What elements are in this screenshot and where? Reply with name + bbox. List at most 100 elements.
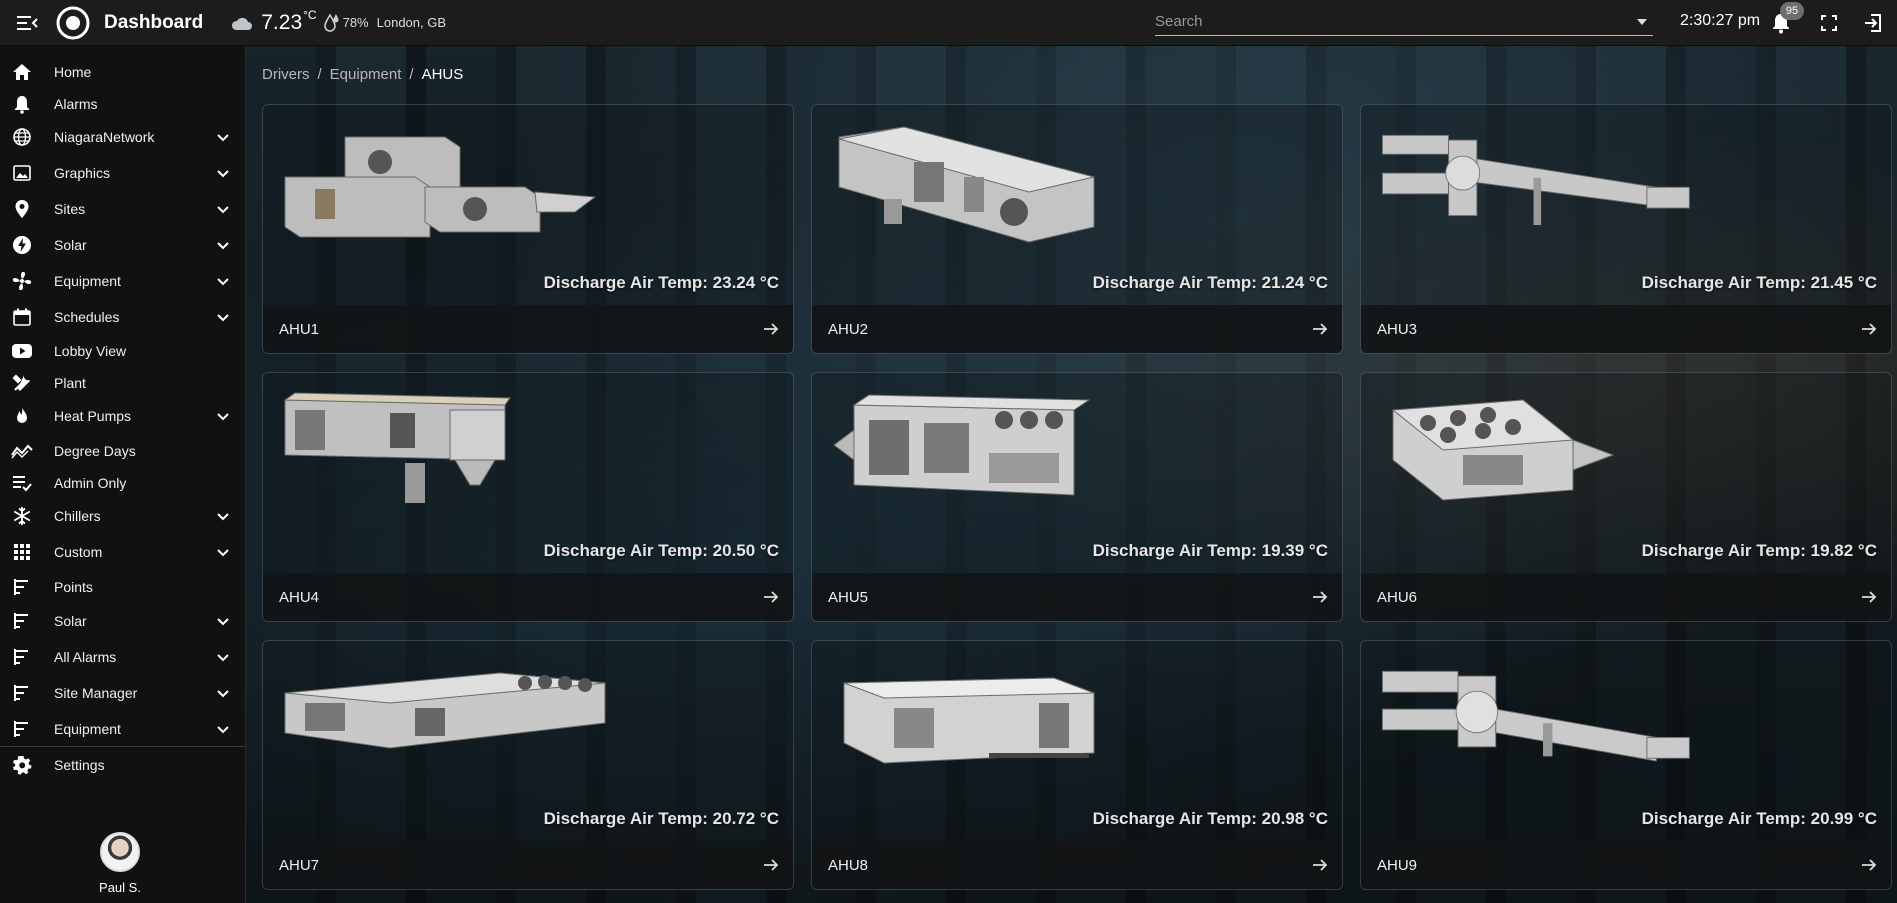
avatar[interactable] [100,832,140,872]
arrow-right-icon[interactable] [1859,319,1879,339]
card-footer[interactable]: AHU2 [812,305,1342,353]
sidebar-item-label: Equipment [54,721,121,737]
chevron-down-icon[interactable] [1635,15,1649,29]
chevron-down-icon[interactable] [214,720,232,738]
chevron-down-icon[interactable] [214,164,232,182]
equipment-card-ahu8[interactable]: Discharge Air Temp: 20.98 °C AHU8 [811,640,1343,890]
sidebar-item-plant[interactable]: Plant [0,368,246,398]
temperature-value: 7.23 [261,10,303,34]
card-title: AHU3 [1377,320,1418,338]
card-title: AHU8 [828,856,869,874]
location-label: London, GB [376,15,447,30]
equipment-card-ahu7[interactable]: Discharge Air Temp: 20.72 °C AHU7 [262,640,794,890]
notification-count-badge: 95 [1780,2,1804,20]
breadcrumb-drivers[interactable]: Drivers [262,66,310,83]
sidebar-item-heat-pumps[interactable]: Heat Pumps [0,401,246,431]
sidebar-item-graphics[interactable]: Graphics [0,158,246,188]
card-title: AHU2 [828,320,869,338]
sidebar-item-solar-2[interactable]: Solar [0,606,246,636]
card-footer[interactable]: AHU6 [1361,573,1891,621]
equipment-card-ahu4[interactable]: Discharge Air Temp: 20.50 °C AHU4 [262,372,794,622]
sidebar-item-label: Solar [54,237,87,253]
sidebar-item-equipment[interactable]: Equipment [0,266,246,296]
sidebar: Home Alarms NiagaraNetwork Graphics Site… [0,46,246,903]
equipment-card-ahu2[interactable]: Discharge Air Temp: 21.24 °C AHU2 [811,104,1343,354]
grid-icon [11,541,33,563]
sidebar-item-custom[interactable]: Custom [0,537,246,567]
equipment-card-ahu9[interactable]: Discharge Air Temp: 20.99 °C AHU9 [1360,640,1892,890]
sidebar-item-chillers[interactable]: Chillers [0,501,246,531]
search-box[interactable] [1155,8,1653,36]
card-footer[interactable]: AHU8 [812,841,1342,889]
sidebar-item-admin-only[interactable]: Admin Only [0,468,246,498]
discharge-air-temp: Discharge Air Temp: 19.82 °C [1641,541,1877,560]
breadcrumb-separator: / [317,66,322,83]
arrow-right-icon[interactable] [1310,587,1330,607]
sidebar-item-sites[interactable]: Sites [0,194,246,224]
sidebar-item-label: Graphics [54,165,111,181]
sidebar-item-equipment-2[interactable]: Equipment [0,714,246,744]
arrow-right-icon[interactable] [761,855,781,875]
sidebar-item-site-manager[interactable]: Site Manager [0,678,246,708]
sidebar-item-points[interactable]: Points [0,572,246,602]
card-footer[interactable]: AHU4 [263,573,793,621]
chevron-down-icon[interactable] [214,684,232,702]
sidebar-item-label: Chillers [54,508,101,524]
sidebar-item-home[interactable]: Home [0,57,246,87]
ahu-unit-image [283,392,511,503]
breadcrumb-equipment[interactable]: Equipment [330,66,402,83]
image-icon [11,162,33,184]
chevron-down-icon[interactable] [214,507,232,525]
arrow-right-icon[interactable] [1310,855,1330,875]
sidebar-item-degree-days[interactable]: Degree Days [0,436,246,466]
card-title: AHU4 [279,588,320,606]
chevron-down-icon[interactable] [214,407,232,425]
ahu-unit-image [284,136,597,238]
user-name: Paul S. [99,880,141,895]
card-footer[interactable]: AHU1 [263,305,793,353]
sidebar-item-lobby-view[interactable]: Lobby View [0,336,246,366]
sidebar-item-label: NiagaraNetwork [54,129,155,145]
menu-toggle-icon[interactable] [16,11,40,35]
bars-icon [11,718,33,740]
search-input[interactable] [1155,13,1635,30]
ahu-unit-image [1381,134,1690,226]
ahu-unit-image [838,126,1095,243]
card-footer[interactable]: AHU7 [263,841,793,889]
sidebar-item-schedules[interactable]: Schedules [0,302,246,332]
cloud-icon [232,17,253,30]
card-title: AHU7 [279,856,320,874]
chevron-down-icon[interactable] [214,543,232,561]
sidebar-item-niagaranetwork[interactable]: NiagaraNetwork [0,122,246,152]
card-footer[interactable]: AHU5 [812,573,1342,621]
equipment-card-ahu5[interactable]: Discharge Air Temp: 19.39 °C AHU5 [811,372,1343,622]
equipment-card-ahu3[interactable]: Discharge Air Temp: 21.45 °C AHU3 [1360,104,1892,354]
card-title: AHU6 [1377,588,1418,606]
arrow-right-icon[interactable] [761,587,781,607]
arrow-right-icon[interactable] [1859,587,1879,607]
equipment-card-ahu6[interactable]: Discharge Air Temp: 19.82 °C AHU6 [1360,372,1892,622]
equipment-card-ahu1[interactable]: Discharge Air Temp: 23.24 °C AHU1 [262,104,794,354]
chevron-down-icon[interactable] [214,236,232,254]
chevron-down-icon[interactable] [214,308,232,326]
sidebar-item-label: Home [54,64,92,80]
card-footer[interactable]: AHU9 [1361,841,1891,889]
sidebar-item-alarms[interactable]: Alarms [0,89,246,119]
arrow-right-icon[interactable] [761,319,781,339]
sidebar-item-all-alarms[interactable]: All Alarms [0,642,246,672]
sidebar-item-solar[interactable]: Solar [0,230,246,260]
chevron-down-icon[interactable] [214,272,232,290]
logo-icon [56,6,90,39]
chevron-down-icon[interactable] [214,128,232,146]
main-content: Drivers / Equipment / AHUS Discharge Air… [246,46,1897,903]
sidebar-item-settings[interactable]: Settings [0,750,246,780]
fullscreen-icon[interactable] [1818,12,1840,34]
logout-icon[interactable] [1862,12,1884,34]
arrow-right-icon[interactable] [1310,319,1330,339]
card-footer[interactable]: AHU3 [1361,305,1891,353]
chevron-down-icon[interactable] [214,200,232,218]
chevron-down-icon[interactable] [214,612,232,630]
arrow-right-icon[interactable] [1859,855,1879,875]
chevron-down-icon[interactable] [214,648,232,666]
user-profile[interactable]: Paul S. [0,832,246,902]
